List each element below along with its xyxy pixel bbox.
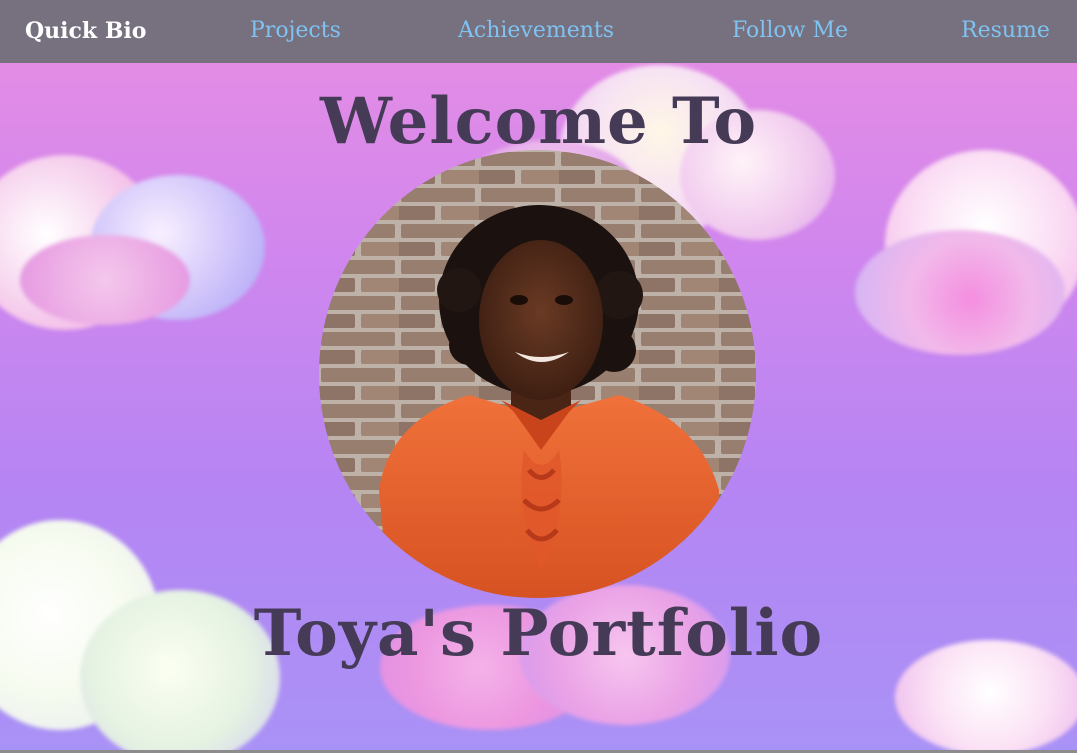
nav-follow-me-link[interactable]: Follow Me	[732, 17, 848, 45]
portfolio-heading: Toya's Portfolio	[253, 596, 824, 671]
profile-photo-illustration	[319, 150, 756, 598]
cloud-left-upper	[0, 145, 270, 335]
welcome-heading: Welcome To	[319, 84, 758, 159]
nav-projects-link[interactable]: Projects	[250, 17, 341, 45]
nav-resume-link[interactable]: Resume	[961, 17, 1050, 45]
nav-quick-bio-link[interactable]: Quick Bio	[25, 17, 146, 45]
nav-achievements-link[interactable]: Achievements	[458, 17, 614, 45]
cloud-right-upper	[855, 140, 1077, 360]
profile-photo	[319, 150, 756, 598]
top-navbar: Quick Bio Projects Achievements Follow M…	[0, 0, 1077, 63]
